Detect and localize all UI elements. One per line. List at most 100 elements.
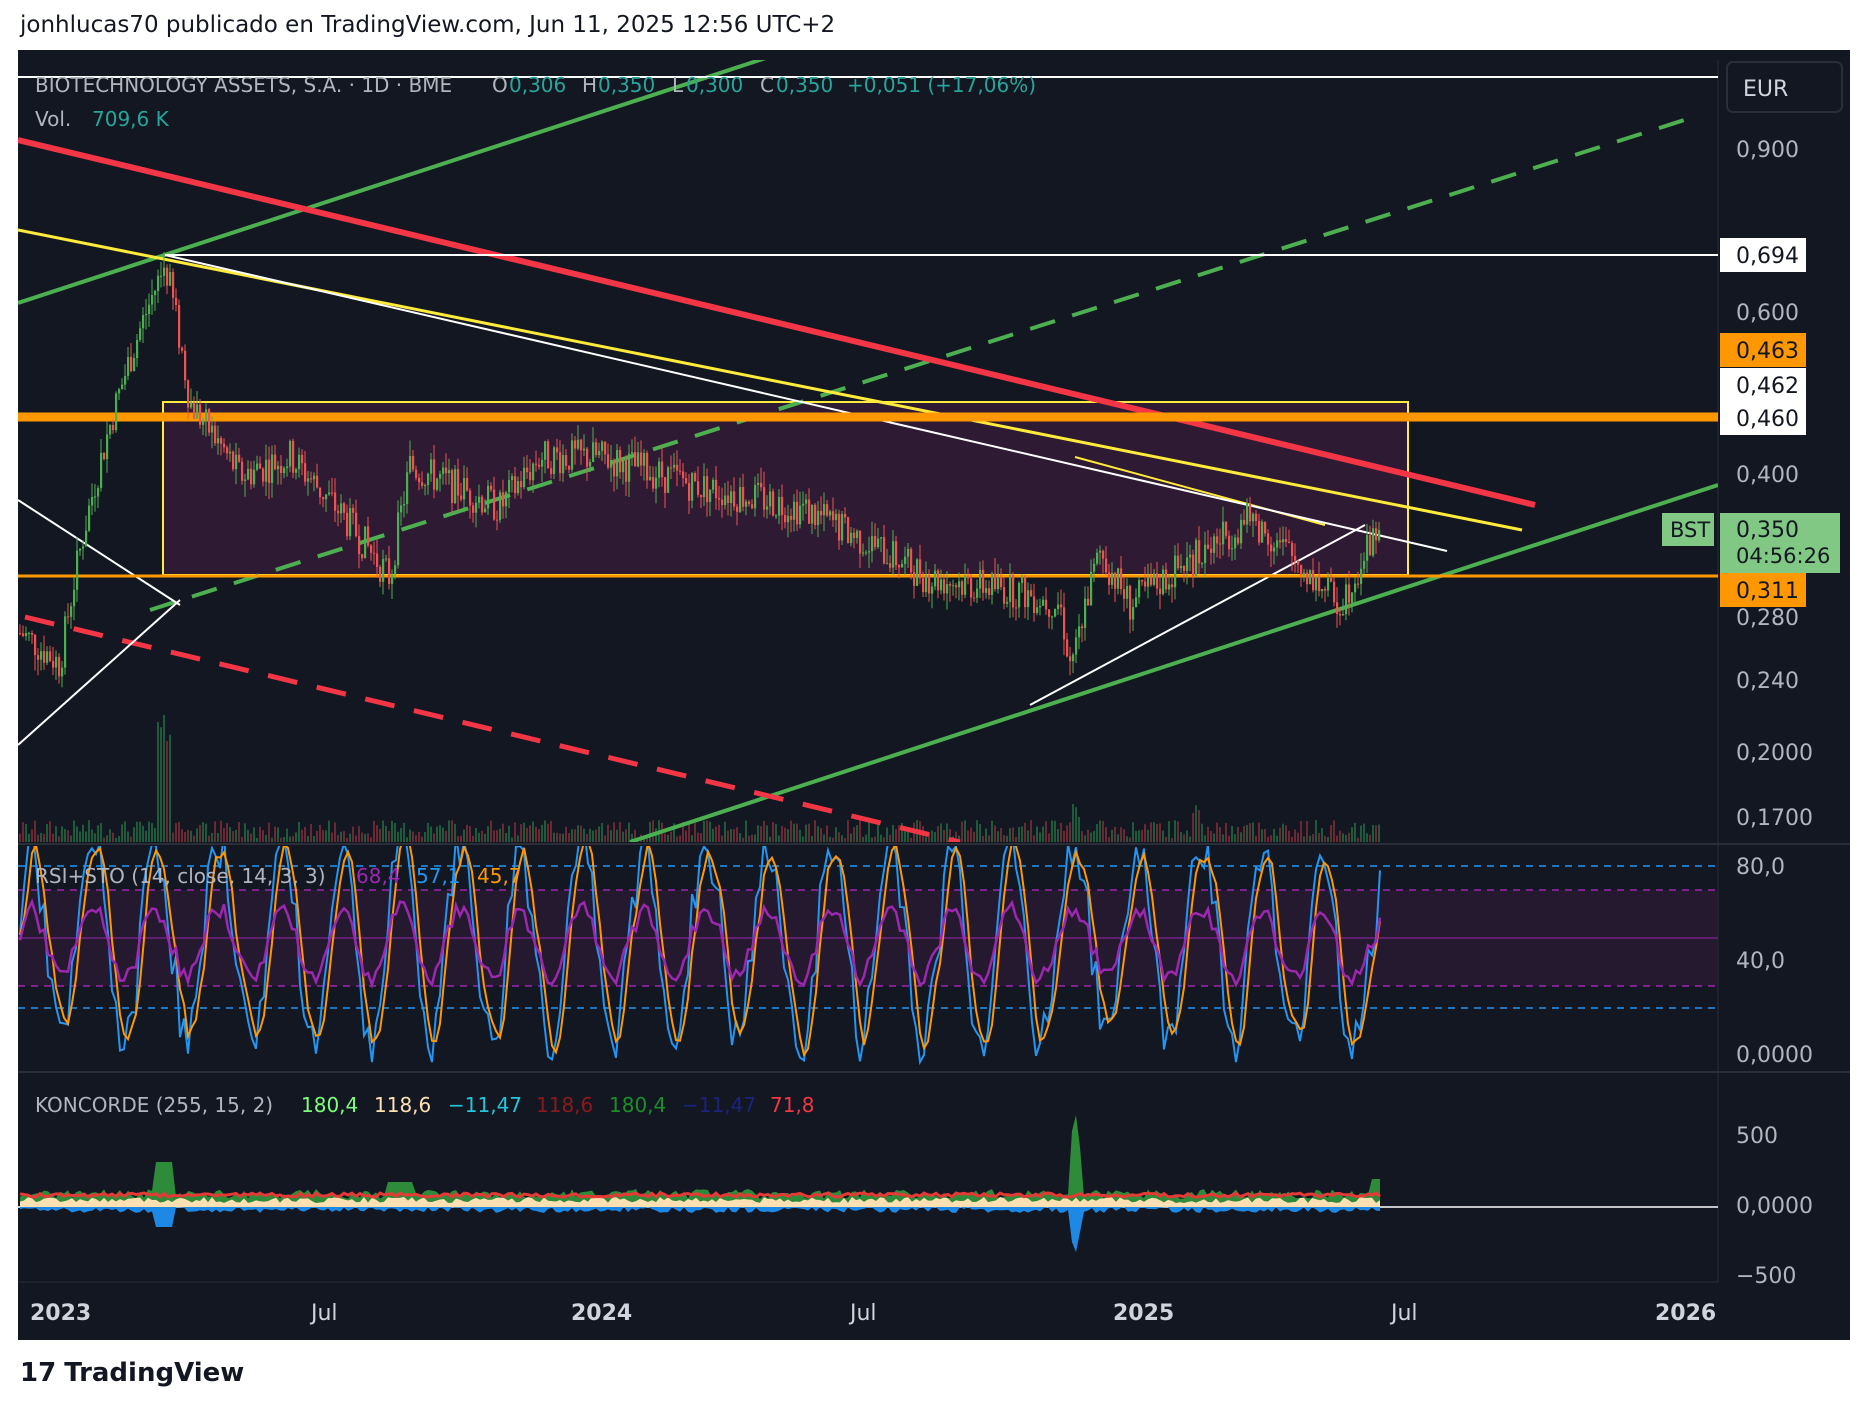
candle-body xyxy=(700,494,703,498)
rsi-value-3: 45,7 xyxy=(477,864,522,888)
volume-bar xyxy=(1231,826,1233,842)
candle-body xyxy=(58,656,61,677)
candle-body xyxy=(658,461,661,478)
volume-bar xyxy=(1270,835,1272,842)
candle-body xyxy=(106,434,109,460)
candle-body xyxy=(883,537,886,564)
currency-label: EUR xyxy=(1743,77,1788,102)
volume-bar xyxy=(550,820,552,842)
candle-body xyxy=(1210,548,1213,553)
candle-body xyxy=(1045,599,1048,610)
tradingview-footer[interactable]: 17 TradingView xyxy=(20,1358,244,1388)
volume-bar xyxy=(685,830,687,842)
volume-bar xyxy=(1168,821,1170,842)
volume-bar xyxy=(961,821,963,842)
volume-bar xyxy=(1351,827,1353,842)
candle-body xyxy=(19,633,22,635)
volume-bar xyxy=(223,827,225,842)
candle-body xyxy=(70,606,73,617)
candle-body xyxy=(1345,584,1348,615)
candle-body xyxy=(1102,550,1105,559)
volume-bar xyxy=(1039,832,1041,842)
volume-bar xyxy=(1144,824,1146,842)
volume-bar xyxy=(490,820,492,842)
candle-body xyxy=(1027,590,1030,608)
candle-body xyxy=(97,487,100,497)
candle-body xyxy=(868,551,871,553)
volume-bar xyxy=(748,835,750,842)
volume-bar xyxy=(475,828,477,842)
candle-body xyxy=(85,530,88,547)
candle-body xyxy=(175,297,178,305)
volume-bar xyxy=(1267,836,1269,842)
candle-body xyxy=(109,425,112,435)
candle-body xyxy=(199,404,202,425)
candle-body xyxy=(622,459,625,473)
volume-bar xyxy=(337,834,339,842)
volume-bar xyxy=(370,837,372,842)
volume-bar xyxy=(808,823,810,842)
candle-body xyxy=(34,634,37,656)
volume-bar xyxy=(1228,835,1230,842)
candle-body xyxy=(655,477,658,489)
candle-body xyxy=(1336,602,1339,614)
candle-body xyxy=(640,452,643,466)
volume-bar xyxy=(979,824,981,842)
white-wedge-upper[interactable] xyxy=(18,499,181,606)
candle-body xyxy=(511,476,514,481)
volume-bar xyxy=(775,824,777,842)
volume-bar xyxy=(1354,822,1356,842)
red-dashed-line[interactable] xyxy=(24,614,961,842)
candle-body xyxy=(205,409,208,422)
candle-body xyxy=(1081,626,1084,629)
candle-body xyxy=(448,470,451,474)
candle-body xyxy=(1183,566,1186,571)
rsi-pane[interactable] xyxy=(18,825,1718,1066)
volume-bar xyxy=(535,826,537,842)
volume-bar xyxy=(244,823,246,842)
volume-bar xyxy=(754,834,756,842)
main-pane[interactable] xyxy=(18,55,1718,842)
volume-bar xyxy=(796,823,798,842)
candle-body xyxy=(49,651,52,661)
chart-canvas[interactable]: BIOTECHNOLOGY ASSETS, S.A. · 1D · BME O … xyxy=(0,0,1870,1408)
volume-bar xyxy=(301,829,303,842)
koncorde-pane[interactable] xyxy=(18,1115,1718,1252)
volume-bar xyxy=(166,741,168,842)
koncorde-red-line xyxy=(19,1191,1382,1199)
candle-body xyxy=(325,494,328,500)
candle-body xyxy=(592,442,595,462)
volume-bar xyxy=(1207,826,1209,842)
candle-body xyxy=(421,482,424,486)
volume-bar xyxy=(1015,836,1017,842)
candle-body xyxy=(664,477,667,493)
volume-bar xyxy=(97,825,99,842)
volume-bar xyxy=(190,830,192,842)
volume-bar xyxy=(253,827,255,842)
candle-body xyxy=(1237,537,1240,544)
candle-body xyxy=(1261,521,1264,543)
volume-bar xyxy=(802,836,804,842)
volume-bar xyxy=(1255,835,1257,842)
volume-bar xyxy=(211,833,213,842)
candle-body xyxy=(718,498,721,500)
volume-bar xyxy=(406,837,408,842)
volume-bar xyxy=(520,824,522,842)
candle-body xyxy=(580,439,583,451)
volume-bars xyxy=(19,714,1380,842)
candle-body xyxy=(1186,557,1189,571)
volume-bar xyxy=(100,823,102,842)
candle-body xyxy=(682,471,685,479)
volume-bar xyxy=(1348,832,1350,842)
volume-bar xyxy=(517,835,519,842)
volume-bar xyxy=(721,835,723,842)
candle-body xyxy=(619,449,622,473)
volume-bar xyxy=(19,833,21,842)
candle-body xyxy=(457,469,460,496)
volume-bar xyxy=(724,821,726,842)
candle-body xyxy=(433,459,436,490)
volume-bar xyxy=(235,829,237,842)
candle-body xyxy=(226,447,229,454)
volume-bar xyxy=(1297,832,1299,842)
candle-body xyxy=(208,409,211,433)
